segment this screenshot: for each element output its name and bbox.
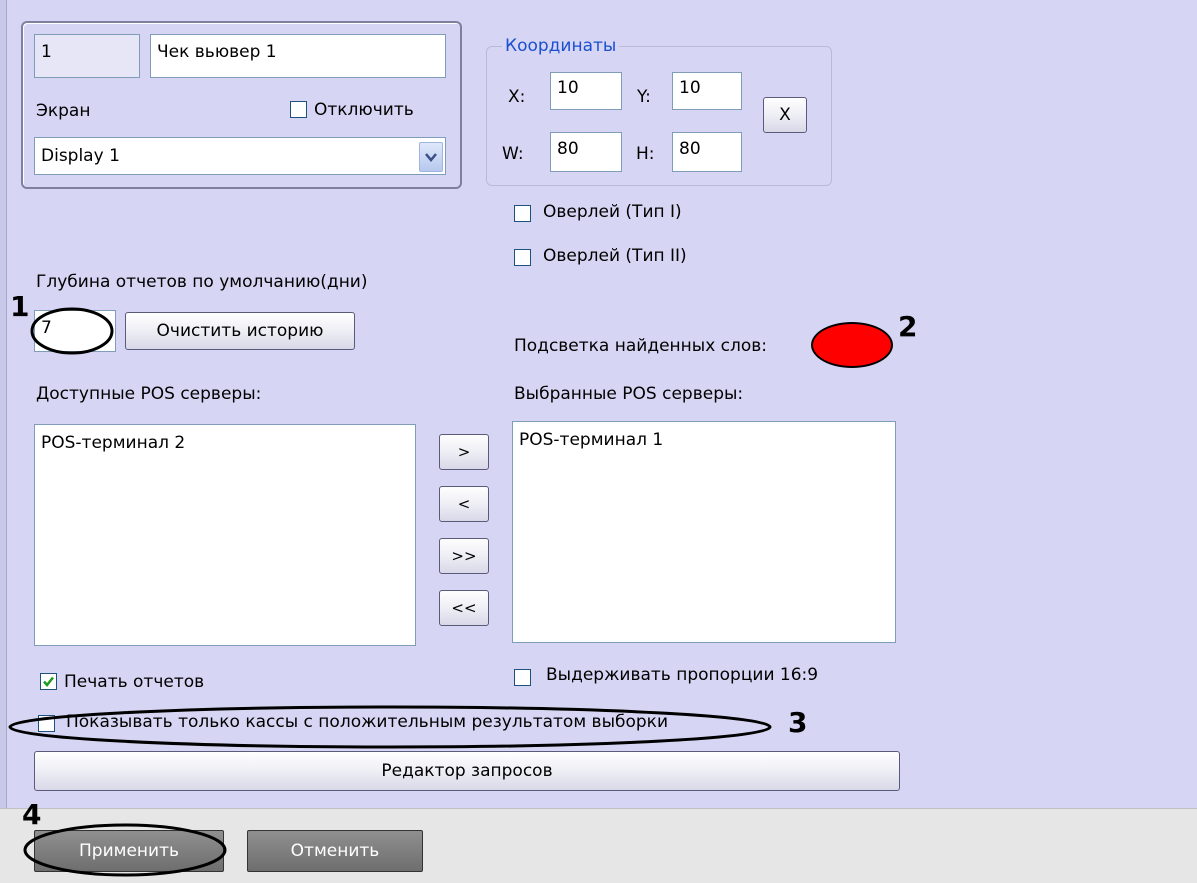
annotation-marker-2: 2 — [898, 310, 918, 343]
annotation-marker-4: 4 — [22, 798, 42, 831]
annotation-marker-1: 1 — [10, 290, 30, 323]
annotation-ellipse-4 — [23, 823, 227, 877]
annotation-ellipse-1 — [30, 307, 114, 355]
annotation-ellipse-3 — [8, 705, 772, 749]
annotation-marker-3: 3 — [788, 706, 808, 739]
annotation-layer — [8, 307, 772, 877]
